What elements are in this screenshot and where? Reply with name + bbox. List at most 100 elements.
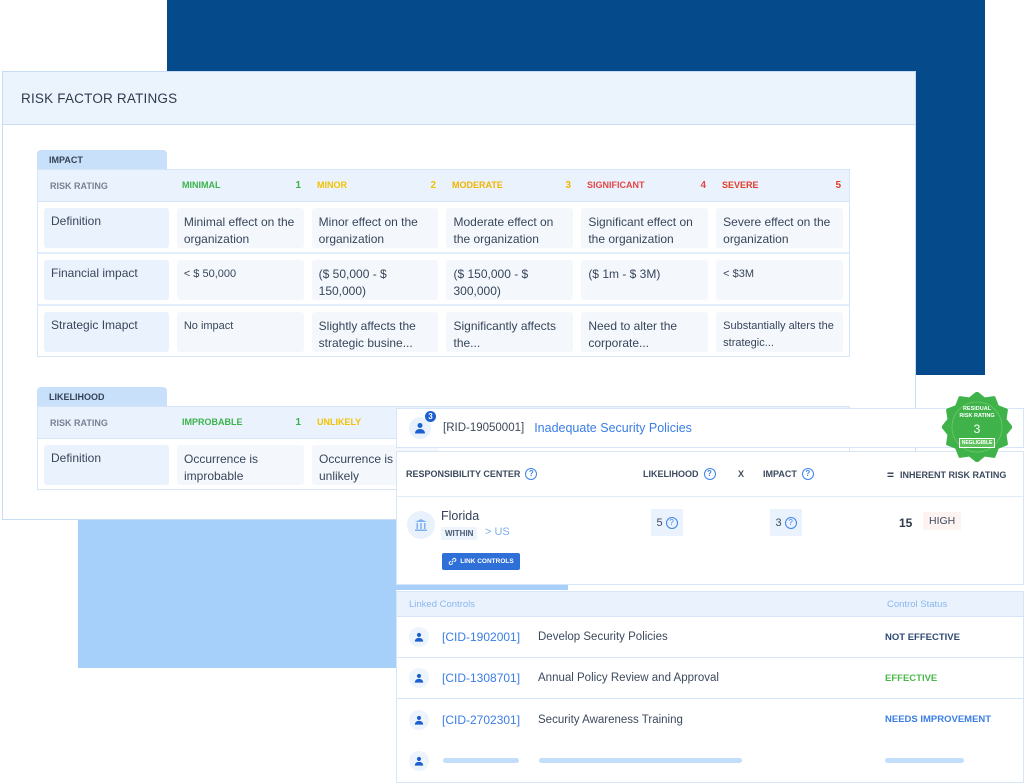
link-controls-label: LINK CONTROLS — [460, 558, 514, 565]
equals-sign: = — [887, 468, 895, 482]
user-icon — [409, 709, 429, 730]
help-icon[interactable]: ? — [703, 468, 716, 480]
risk-rating-label: RISK RATING — [50, 180, 108, 191]
level-header-severe: SEVERE 5 — [714, 180, 849, 191]
skeleton-status — [885, 758, 964, 763]
panel-header: RISK FACTOR RATINGS — [3, 72, 915, 125]
link-controls-button[interactable]: LINK CONTROLS — [442, 553, 520, 570]
help-icon: ? — [665, 516, 678, 529]
level-score: 1 — [295, 417, 301, 428]
control-status: NOT EFFECTIVE — [885, 631, 960, 643]
within-badge: WITHIN — [441, 527, 478, 540]
risk-rating-card: RESPONSIBILITY CENTER ? LIKELIHOOD ? X I… — [396, 451, 1024, 585]
control-id-link[interactable]: [CID-1308701] — [442, 671, 520, 685]
control-row[interactable]: [CID-1902001] Develop Security Policies NO… — [397, 617, 1023, 658]
table-cell: Severe effect on the organization — [716, 208, 843, 248]
likelihood-value: 5 — [656, 516, 663, 529]
control-row[interactable]: [CID-1308701] Annual Policy Review and Ap… — [397, 658, 1023, 699]
skeleton-name — [539, 758, 742, 763]
table-cell: ($ 50,000 - $ 150,000) — [311, 260, 439, 300]
table-cell: Moderate effect on the organization — [446, 208, 574, 248]
level-name: MINIMAL — [182, 180, 221, 190]
table-row: Financial impact < $ 50,000 ($ 50,000 - $ … — [38, 254, 849, 306]
table-cell: Need to alter the corporate... — [581, 312, 709, 352]
user-icon — [409, 627, 429, 647]
table-cell: Substantially alters the strategic... — [716, 312, 843, 352]
level-name: SIGNIFICANT — [587, 180, 645, 190]
background-light-block — [78, 519, 396, 668]
risk-title-bar: 3 [RID-19050001] Inadequate Security Pol… — [396, 408, 1024, 448]
control-status: NEEDS IMPROVEMENT — [885, 714, 992, 725]
level-score: 4 — [700, 180, 706, 191]
row-label: Definition — [44, 208, 169, 248]
placeholder-row — [397, 740, 1023, 781]
table-cell: Occurrence is improbable — [177, 445, 304, 485]
impact-header-row: RISK RATING MINIMAL 1 MINOR 2 MODERATE 3 SIGNI… — [38, 170, 849, 202]
user-icon — [415, 423, 425, 434]
row-label: Financial impact — [44, 260, 169, 300]
control-status-title: Control Status — [887, 598, 948, 610]
linked-controls-title: Linked Controls — [409, 598, 476, 610]
linked-controls-strip — [396, 585, 568, 590]
table-cell: < $ 50,000 — [176, 260, 304, 300]
likelihood-tab[interactable]: LIKELIHOOD — [37, 387, 167, 406]
level-score: 2 — [430, 180, 436, 191]
likelihood-score[interactable]: 5 ? — [651, 509, 683, 536]
inherent-risk-level: HIGH — [923, 512, 962, 530]
control-id-link[interactable]: [CID-1902001] — [442, 630, 520, 644]
residual-risk-badge: RESIDUAL RISK RATING 3 NEGLIGIBLE — [941, 391, 1013, 463]
user-icon — [409, 668, 429, 688]
level-name: SEVERE — [722, 180, 759, 190]
linked-controls-header: Linked Controls Control Status — [397, 592, 1023, 617]
panel-title: RISK FACTOR RATINGS — [21, 90, 178, 106]
control-status: EFFECTIVE — [885, 672, 938, 684]
residual-label-line2: RISK RATING — [959, 413, 995, 419]
level-score: 3 — [565, 180, 571, 191]
responsibility-center-header: RESPONSIBILITY CENTER ? — [406, 468, 538, 480]
residual-score: 3 — [973, 422, 981, 436]
institution-icon — [407, 511, 435, 539]
level-name: UNLIKELY — [317, 417, 362, 427]
column-label: IMPACT — [763, 469, 797, 479]
risk-rating-label: RISK RATING — [50, 417, 108, 428]
table-cell: Significantly affects the... — [446, 312, 574, 352]
control-name: Annual Policy Review and Approval — [538, 672, 719, 684]
risk-card-header: RESPONSIBILITY CENTER ? LIKELIHOOD ? X I… — [397, 452, 1023, 497]
impact-score[interactable]: 3 ? — [770, 509, 802, 536]
table-row: Strategic Imapct No impact Slightly affect… — [38, 306, 849, 356]
impact-tab[interactable]: IMPACT — [37, 150, 167, 169]
impact-value: 3 — [775, 516, 782, 529]
row-label: Definition — [44, 445, 169, 485]
risk-title-link[interactable]: Inadequate Security Policies — [534, 421, 692, 435]
impact-header: IMPACT ? — [763, 468, 814, 480]
level-header-minimal: MINIMAL 1 — [174, 180, 309, 191]
likelihood-header: LIKELIHOOD ? — [643, 468, 716, 480]
table-cell: ($ 150,000 - $ 300,000) — [446, 260, 574, 300]
table-cell: Slightly affects the strategic busine... — [311, 312, 439, 352]
table-cell: Minor effect on the organization — [311, 208, 439, 248]
column-label: RESPONSIBILITY CENTER — [406, 469, 521, 479]
control-id-link[interactable]: [CID-2702301] — [442, 713, 520, 727]
level-score: 5 — [835, 180, 841, 191]
level-name: MINOR — [317, 180, 347, 190]
impact-table: RISK RATING MINIMAL 1 MINOR 2 MODERATE 3 SIGNI… — [37, 169, 850, 357]
column-label: LIKELIHOOD — [643, 469, 699, 479]
parent-location[interactable]: > US — [485, 526, 510, 538]
help-icon[interactable]: ? — [801, 468, 814, 480]
level-name: IMPROBABLE — [182, 417, 243, 427]
inherent-risk-header: = INHERENT RISK RATING — [887, 468, 1006, 482]
level-header-minor: MINOR 2 — [309, 180, 444, 191]
table-cell: Minimal effect on the organization — [176, 208, 304, 248]
link-icon — [448, 557, 457, 566]
help-icon[interactable]: ? — [525, 468, 538, 480]
control-name: Security Awareness Training — [538, 713, 683, 726]
responsibility-center-name[interactable]: Florida — [441, 509, 479, 523]
assignee-count-badge: 3 — [425, 411, 436, 422]
control-row[interactable]: [CID-2702301] Security Awareness Training… — [397, 699, 1023, 740]
help-icon: ? — [784, 516, 797, 529]
residual-label-line1: RESIDUAL — [962, 406, 992, 412]
skeleton-id — [443, 758, 519, 763]
assignees-avatar[interactable]: 3 — [409, 411, 436, 439]
linked-controls-panel: Linked Controls Control Status [CID-1902… — [396, 591, 1024, 783]
table-cell: No impact — [176, 312, 304, 352]
